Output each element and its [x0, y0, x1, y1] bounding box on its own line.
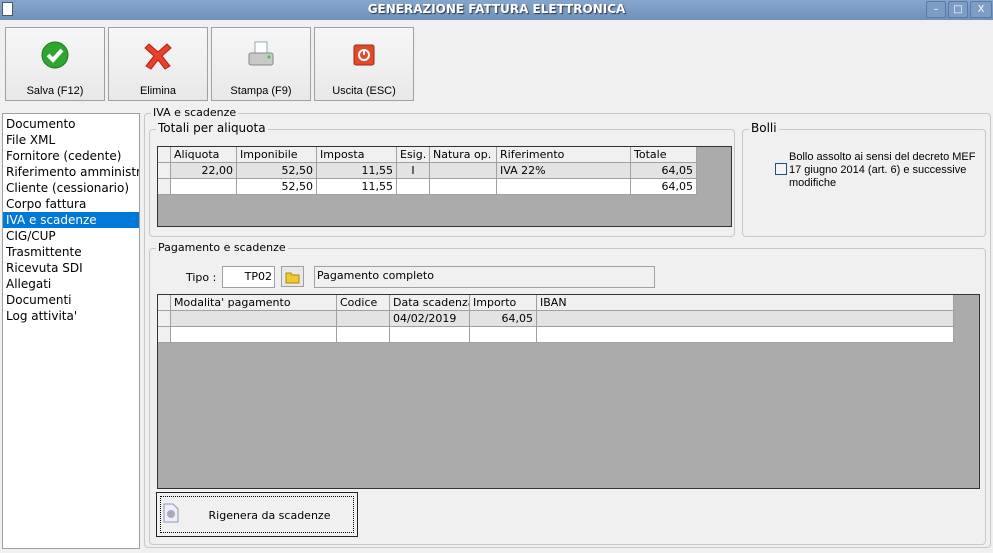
table-header: Modalita' pagamento Codice Data scadenza… — [158, 295, 954, 311]
salva-button[interactable]: Salva (F12) — [5, 27, 105, 101]
printer-icon — [248, 41, 274, 66]
tipo-input[interactable]: TP02 — [222, 266, 275, 288]
folder-icon — [285, 272, 300, 284]
elimina-button[interactable]: Elimina — [108, 27, 208, 101]
stampa-button[interactable]: Stampa (F9) — [211, 27, 311, 101]
window-title: GENERAZIONE FATTURA ELETTRONICA — [367, 2, 626, 16]
title-bar: GENERAZIONE FATTURA ELETTRONICA — [0, 0, 993, 20]
sidebar-item-cig-cup[interactable]: CIG/CUP — [3, 228, 139, 244]
sidebar-item-file-xml[interactable]: File XML — [3, 132, 139, 148]
tipo-lookup-button[interactable] — [281, 266, 304, 287]
sidebar-item-trasmittente[interactable]: Trasmittente — [3, 244, 139, 260]
table-row[interactable] — [158, 327, 954, 343]
uscita-button[interactable]: Uscita (ESC) — [314, 27, 414, 101]
minimize-button[interactable]: – — [926, 1, 946, 18]
tipo-label: Tipo : — [186, 271, 217, 284]
table-header: Aliquota Imponibile Imposta Esig. Natura… — [158, 147, 697, 163]
sidebar-item-iva-scadenze[interactable]: IVA e scadenze — [3, 212, 139, 228]
section-list[interactable]: Documento File XML Fornitore (cedente) R… — [2, 113, 140, 549]
x-icon — [144, 43, 172, 70]
app-icon — [2, 2, 13, 16]
scadenze-table[interactable]: Modalita' pagamento Codice Data scadenza… — [157, 294, 980, 489]
table-row[interactable]: 04/02/2019 64,05 — [158, 311, 954, 327]
table-row[interactable]: 22,00 52,50 11,55 I IVA 22% 64,05 — [158, 163, 697, 179]
sidebar-item-documenti[interactable]: Documenti — [3, 292, 139, 308]
close-button[interactable]: X — [970, 1, 992, 18]
rigenera-button[interactable]: Rigenera da scadenze — [156, 492, 358, 537]
totali-table[interactable]: Aliquota Imponibile Imposta Esig. Natura… — [157, 146, 732, 227]
power-icon — [353, 44, 375, 66]
sidebar-item-fornitore[interactable]: Fornitore (cedente) — [3, 148, 139, 164]
sidebar-item-documento[interactable]: Documento — [3, 116, 139, 132]
sidebar-item-corpo-fattura[interactable]: Corpo fattura — [3, 196, 139, 212]
sidebar-item-cliente[interactable]: Cliente (cessionario) — [3, 180, 139, 196]
check-icon — [41, 41, 69, 69]
maximize-button[interactable]: □ — [948, 1, 968, 18]
sidebar-item-ricevuta-sdi[interactable]: Ricevuta SDI — [3, 260, 139, 276]
bollo-checkbox[interactable] — [775, 163, 787, 175]
sidebar-item-riferimento[interactable]: Riferimento amministrativo — [3, 164, 139, 180]
bollo-label: Bollo assolto ai sensi del decreto MEF 1… — [789, 151, 976, 189]
tipo-description: Pagamento completo — [314, 266, 655, 288]
sidebar-item-allegati[interactable]: Allegati — [3, 276, 139, 292]
sidebar-item-log-attivita[interactable]: Log attivita' — [3, 308, 139, 324]
table-row[interactable]: 52,50 11,55 64,05 — [158, 179, 697, 195]
